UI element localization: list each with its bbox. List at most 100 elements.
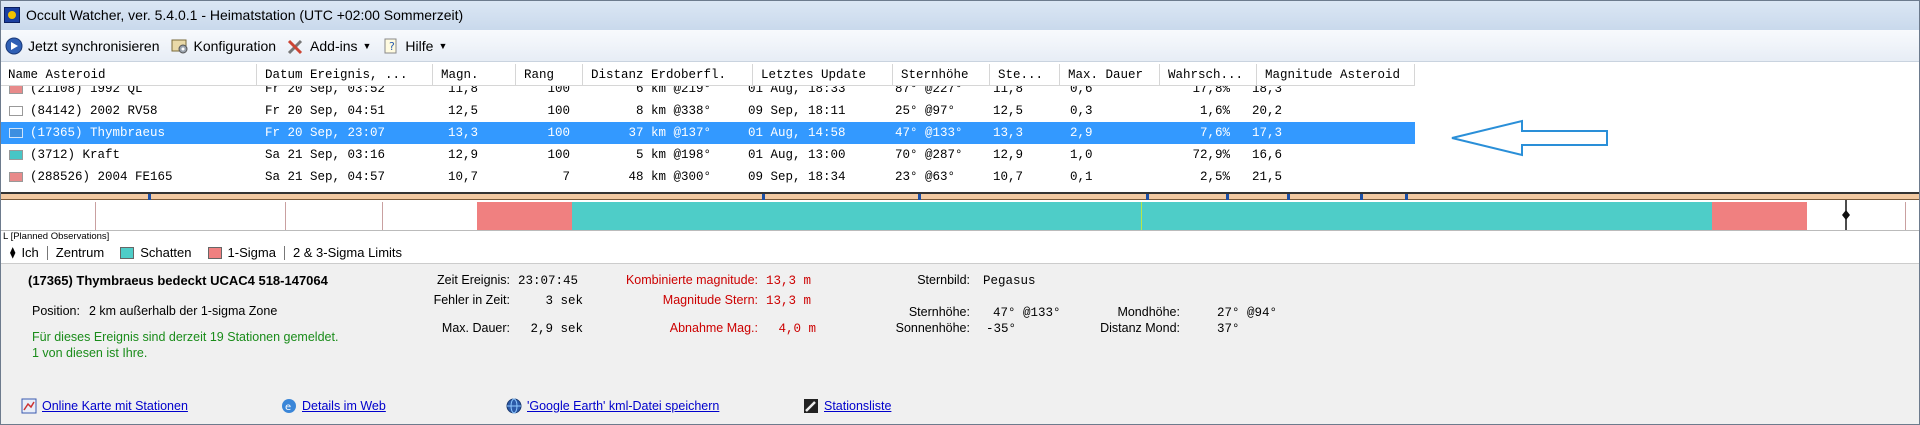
column-header-name[interactable]: Name Asteroid <box>0 64 257 86</box>
cell-magn: 12,5 <box>448 104 479 118</box>
legend-center: Zentrum <box>48 245 112 260</box>
moon-distance-label: Distanz Mond: <box>1100 321 1180 335</box>
table-header: Name Asteroid Datum Ereignis, ... Magn. … <box>0 64 1415 86</box>
cell-star-mag: 12,9 <box>993 148 1024 162</box>
table-row[interactable]: (3712) Kraft Sa 21 Sep, 03:16 12,9 100 5… <box>0 144 1415 166</box>
cell-max-duration: 0,3 <box>1070 104 1093 118</box>
cell-magn: 13,3 <box>448 126 479 140</box>
my-station-marker-icon <box>1842 200 1850 230</box>
sync-button[interactable]: Jetzt synchronisieren <box>0 33 166 59</box>
time-error-value: 3 sek <box>545 294 583 308</box>
map-icon <box>20 397 38 415</box>
svg-text:?: ? <box>389 40 395 53</box>
timeline-tick <box>918 194 921 200</box>
cell-distance: 48 km @300° <box>628 170 711 184</box>
row-color-swatch <box>9 172 23 182</box>
sync-label: Jetzt synchronisieren <box>28 37 160 54</box>
title-bar: Occult Watcher, ver. 5.4.0.1 - Heimatsta… <box>0 0 1920 30</box>
sigma-limit-line <box>285 202 286 230</box>
own-stations-text: 1 von diesen ist Ihre. <box>32 346 148 360</box>
cell-max-duration: 0,6 <box>1070 86 1093 96</box>
constellation-label: Sternbild: <box>917 273 970 287</box>
legend-me: ⧫ Ich <box>0 245 47 260</box>
cell-rang: 100 <box>547 86 570 96</box>
cell-star-mag: 10,7 <box>993 170 1024 184</box>
cell-distance: 37 km @137° <box>628 126 711 140</box>
combined-magnitude-value: 13,3 m <box>766 274 812 288</box>
cell-asteroid-mag: 17,3 <box>1252 126 1283 140</box>
station-list-link-label: Stationsliste <box>824 399 892 413</box>
planned-observations-label: L [Planned Observations] <box>0 230 1920 242</box>
column-header-update[interactable]: Letztes Update <box>753 64 893 86</box>
cell-magn: 11,8 <box>448 86 479 96</box>
cell-update: 09 Sep, 18:34 <box>748 170 846 184</box>
event-time-label: Zeit Ereignis: <box>437 273 510 287</box>
cell-name: (288526) 2004 FE165 <box>30 170 173 184</box>
cell-magn: 10,7 <box>448 170 479 184</box>
event-title: (17365) Thymbraeus bedeckt UCAC4 518-147… <box>28 273 328 288</box>
position-value: 2 km außerhalb der 1-sigma Zone <box>89 304 278 318</box>
cell-distance: 8 km @338° <box>635 104 711 118</box>
column-header-magn[interactable]: Magn. <box>433 64 516 86</box>
mag-drop-value: 4,0 m <box>778 322 816 336</box>
window-title: Occult Watcher, ver. 5.4.0.1 - Heimatsta… <box>26 7 464 23</box>
moon-altitude-value: 27° @94° <box>1217 306 1278 320</box>
cell-star-altitude: 70° @287° <box>895 148 963 162</box>
legend-me-label: Ich <box>21 245 39 260</box>
column-header-star-altitude[interactable]: Sternhöhe <box>893 64 990 86</box>
help-menu[interactable]: ? Hilfe ▼ <box>377 33 453 59</box>
cell-asteroid-mag: 16,6 <box>1252 148 1283 162</box>
table-row-selected[interactable]: (17365) Thymbraeus Fr 20 Sep, 23:07 13,3… <box>0 122 1415 144</box>
timeline-tick <box>148 194 151 200</box>
cell-rang: 100 <box>547 104 570 118</box>
cell-date: Sa 21 Sep, 04:57 <box>265 170 386 184</box>
sync-icon <box>4 36 24 56</box>
column-header-distance[interactable]: Distanz Erdoberfl. <box>583 64 753 86</box>
cell-rang: 7 <box>562 170 570 184</box>
moon-distance-value: 37° <box>1217 322 1240 336</box>
table-row[interactable]: (288526) 2004 FE165 Sa 21 Sep, 04:57 10,… <box>0 166 1415 188</box>
telescope-icon <box>802 397 820 415</box>
help-icon: ? <box>381 36 401 56</box>
shadow-color-swatch <box>120 246 135 259</box>
web-details-link[interactable]: e Details im Web <box>280 397 386 415</box>
station-list-link[interactable]: Stationsliste <box>802 397 891 415</box>
event-time-value: 23:07:45 <box>518 274 579 288</box>
column-header-probability[interactable]: Wahrsch... <box>1160 64 1257 86</box>
cell-name: (17365) Thymbraeus <box>30 126 166 140</box>
tools-icon <box>286 36 306 56</box>
cell-star-mag: 12,5 <box>993 104 1024 118</box>
cell-asteroid-mag: 20,2 <box>1252 104 1283 118</box>
table-row[interactable]: (21108) 1992 QL Fr 20 Sep, 03:52 11,8 10… <box>0 86 1415 100</box>
online-map-link[interactable]: Online Karte mit Stationen <box>20 397 188 415</box>
column-header-date[interactable]: Datum Ereignis, ... <box>257 64 433 86</box>
table-row[interactable]: (84142) 2002 RV58 Fr 20 Sep, 04:51 12,5 … <box>0 100 1415 122</box>
cell-magn: 12,9 <box>448 148 479 162</box>
column-header-star-mag[interactable]: Ste... <box>990 64 1060 86</box>
svg-text:e: e <box>285 402 291 413</box>
events-table: Name Asteroid Datum Ereignis, ... Magn. … <box>0 64 1920 194</box>
position-label: Position: <box>32 304 80 318</box>
legend-shadow-label: Schatten <box>140 245 192 260</box>
cell-probability: 1,6% <box>1199 104 1230 118</box>
browser-icon: e <box>280 397 298 415</box>
cell-update: 01 Aug, 18:33 <box>748 86 846 96</box>
sigma-limit-line <box>95 202 96 230</box>
star-altitude-label: Sternhöhe: <box>908 305 970 319</box>
cell-star-mag: 13,3 <box>993 126 1024 140</box>
legend-shadow: Schatten <box>112 245 199 260</box>
config-label: Konfiguration <box>193 37 277 54</box>
config-button[interactable]: Konfiguration <box>166 33 283 59</box>
constellation-value: Pegasus <box>983 274 1036 288</box>
center-line <box>1141 202 1142 230</box>
column-header-asteroid-mag[interactable]: Magnitude Asteroid <box>1257 64 1415 86</box>
column-header-max-duration[interactable]: Max. Dauer <box>1060 64 1160 86</box>
cell-star-altitude: 23° @63° <box>895 170 956 184</box>
cell-date: Fr 20 Sep, 04:51 <box>265 104 386 118</box>
addins-menu[interactable]: Add-ins ▼ <box>282 33 377 59</box>
column-header-rang[interactable]: Rang <box>516 64 583 86</box>
cell-name: (21108) 1992 QL <box>30 86 143 96</box>
combined-magnitude-label: Kombinierte magnitude: <box>625 273 758 287</box>
row-color-swatch <box>9 150 23 160</box>
google-earth-link[interactable]: 'Google Earth' kml-Datei speichern <box>505 397 719 415</box>
